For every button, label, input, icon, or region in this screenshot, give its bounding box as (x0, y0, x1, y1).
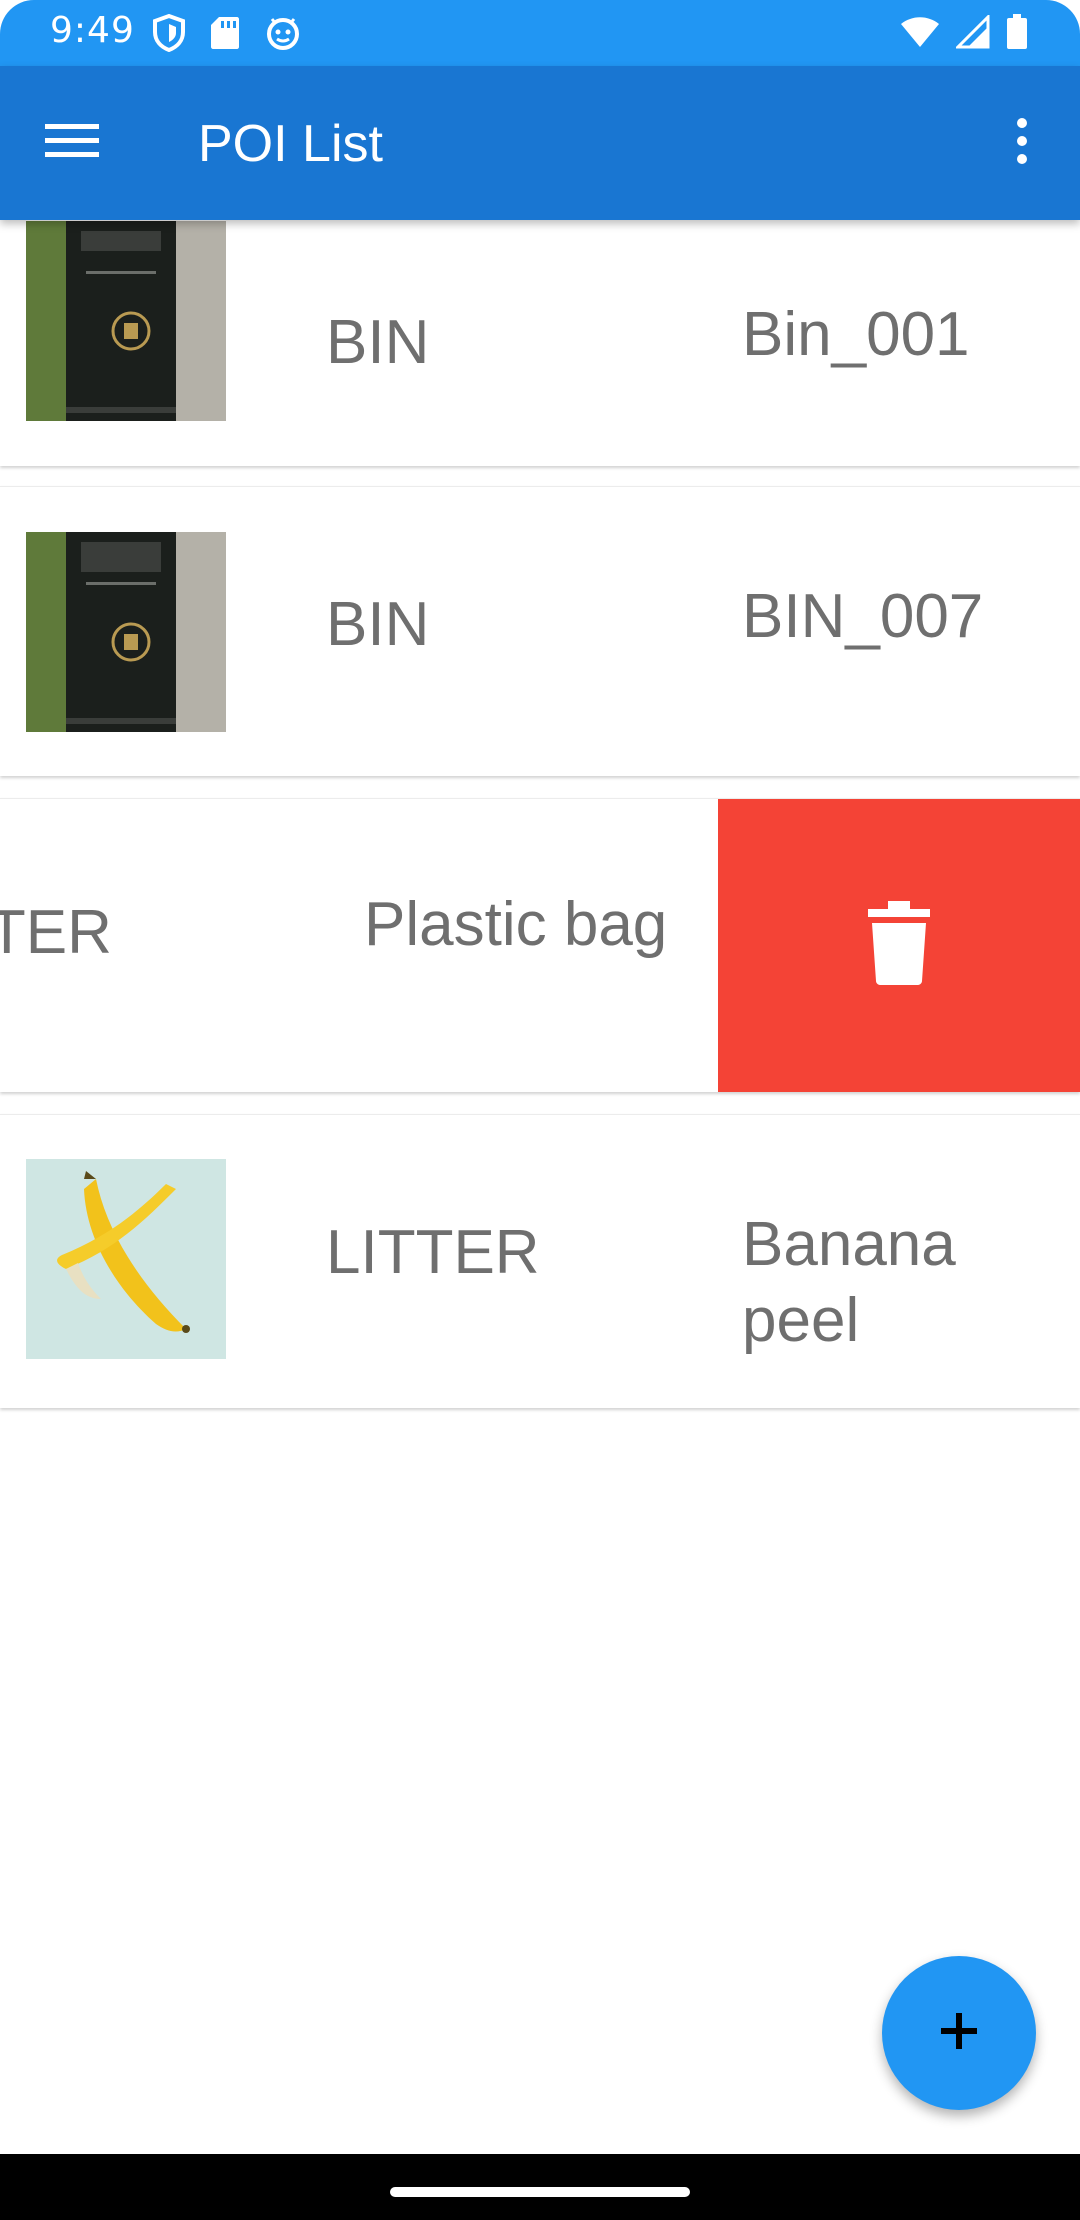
android-debug-icon (264, 15, 302, 56)
delete-action[interactable] (718, 799, 1080, 1092)
poi-type: BIN (326, 308, 430, 377)
status-bar: 9:49 (0, 0, 1080, 66)
poi-name: BIN_007 (742, 582, 984, 651)
page-title: POI List (198, 115, 383, 173)
home-gesture-handle[interactable] (390, 2187, 690, 2197)
status-time: 9:49 (50, 10, 135, 51)
signal-icon (954, 13, 990, 54)
battery-icon (1006, 14, 1028, 55)
poi-type: LITTER (326, 1218, 540, 1287)
list-item[interactable]: BIN Bin_001 (0, 190, 1080, 466)
sd-card-icon (210, 15, 240, 56)
hamburger-menu-icon (45, 122, 99, 165)
poi-thumbnail (26, 1159, 226, 1359)
poi-name: Banana peel (742, 1210, 956, 1355)
poi-thumbnail (26, 221, 226, 421)
app-bar: POI List (0, 66, 1080, 220)
poi-type: TTER (0, 898, 112, 967)
poi-name: Bin_001 (742, 300, 970, 369)
list-item[interactable]: TTER Plastic bag (0, 798, 1080, 1092)
banana-peel-photo (26, 1159, 226, 1359)
poi-type: BIN (326, 590, 430, 659)
shield-icon (152, 13, 186, 57)
delete-icon (868, 901, 930, 990)
list-item[interactable]: BIN BIN_007 (0, 486, 1080, 776)
add-poi-button[interactable] (882, 1956, 1036, 2110)
more-vert-icon (1015, 117, 1029, 170)
status-icons-right (900, 13, 1028, 55)
wifi-icon (900, 15, 940, 54)
navigation-menu-button[interactable] (32, 103, 112, 183)
poi-thumbnail (26, 532, 226, 732)
trash-bin-photo (26, 221, 226, 421)
add-icon (939, 2011, 979, 2056)
system-navigation-bar (0, 2154, 1080, 2220)
overflow-menu-button[interactable] (982, 103, 1062, 183)
poi-name: Plastic bag (364, 890, 668, 959)
trash-bin-photo (26, 532, 226, 732)
list-item[interactable]: LITTER Banana peel (0, 1114, 1080, 1408)
status-icons-left (152, 13, 302, 57)
swiped-row-content[interactable]: TTER Plastic bag (0, 799, 720, 1092)
